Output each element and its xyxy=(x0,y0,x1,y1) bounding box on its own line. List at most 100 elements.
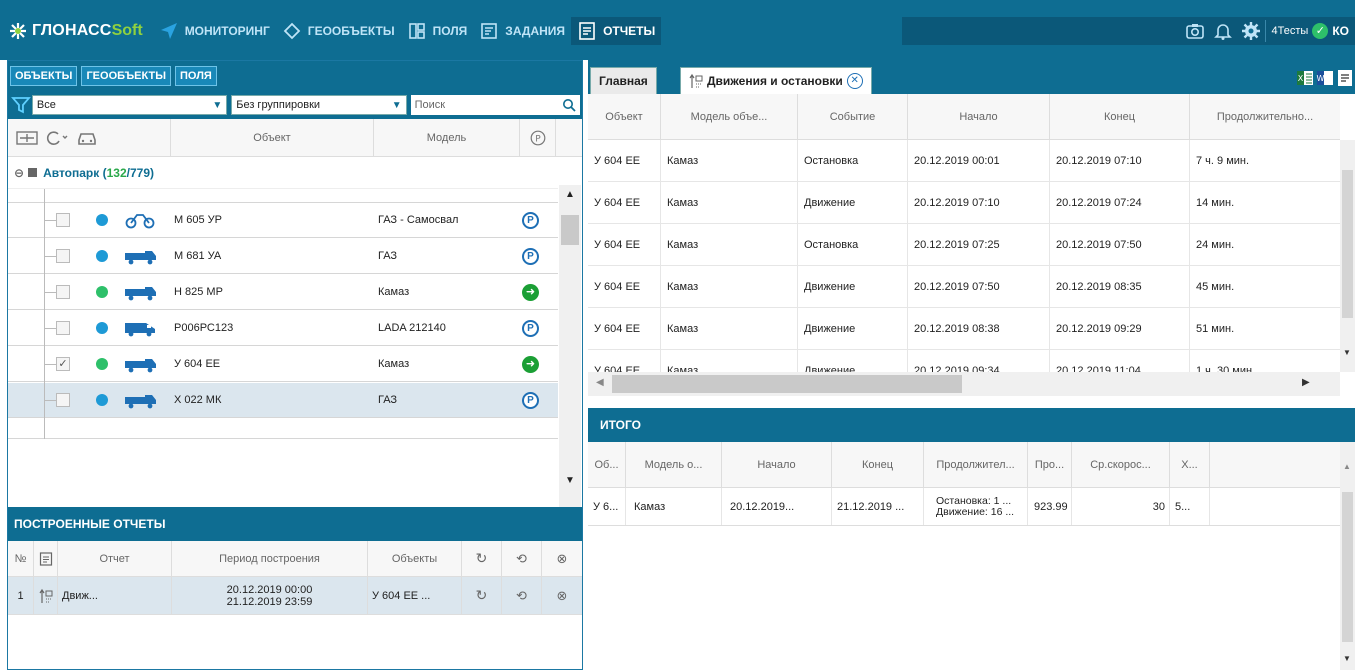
search-placeholder: Поиск xyxy=(414,99,446,111)
tab-fields[interactable]: ПОЛЯ xyxy=(175,66,217,86)
totals-column-distance[interactable]: Про... xyxy=(1028,442,1072,487)
nav-reports[interactable]: ОТЧЕТЫ xyxy=(571,17,662,45)
scrollbar-thumb[interactable] xyxy=(1342,492,1353,642)
object-row[interactable]: М 681 УА ГАЗ P xyxy=(8,239,558,275)
column-start[interactable]: Начало xyxy=(908,94,1050,139)
scrollbar-thumb[interactable] xyxy=(561,215,579,245)
column-report-type[interactable] xyxy=(34,541,58,576)
column-duration[interactable]: Продолжительно... xyxy=(1190,94,1340,139)
object-checkbox[interactable] xyxy=(56,393,70,407)
scroll-down-icon[interactable]: ▼ xyxy=(1343,654,1351,663)
column-close[interactable]: ⊗ xyxy=(542,541,582,576)
filter-funnel-icon[interactable] xyxy=(10,94,32,116)
column-parking[interactable]: P xyxy=(520,119,556,156)
object-row[interactable]: М 605 УР ГАЗ - Самосвал P xyxy=(8,203,558,239)
expand-tree-icon[interactable] xyxy=(16,129,38,147)
group-checkbox[interactable] xyxy=(28,168,38,177)
export-word-icon[interactable]: W xyxy=(1316,69,1334,87)
object-checkbox[interactable] xyxy=(56,321,70,335)
logo[interactable]: ГЛОНАСС Soft xyxy=(0,21,153,41)
object-row[interactable]: Р006РС123 LADA 212140 P xyxy=(8,311,558,347)
object-checkbox[interactable]: ✓ xyxy=(56,357,70,371)
totals-row[interactable]: У 6... Камаз 20.12.2019... 21.12.2019 ..… xyxy=(588,488,1340,526)
tab-geoobjects[interactable]: ГЕООБЪЕКТЫ xyxy=(81,66,171,86)
bell-icon[interactable] xyxy=(1213,21,1233,41)
report-row[interactable]: У 604 ЕЕ Камаз Движение 20.12.2019 07:50 20.… xyxy=(588,266,1340,308)
nav-tasks[interactable]: ЗАДАНИЯ xyxy=(473,17,571,45)
search-icon[interactable] xyxy=(562,98,576,112)
motorcycle-icon xyxy=(124,211,158,229)
collapse-icon[interactable]: ⊖ xyxy=(14,166,24,180)
cell-object: У 604 ЕЕ xyxy=(588,140,661,181)
totals-vscrollbar[interactable]: ▲ ▼ xyxy=(1340,442,1355,670)
object-checkbox[interactable] xyxy=(56,285,70,299)
tab-main[interactable]: Главная xyxy=(590,67,657,94)
report-row[interactable]: У 604 ЕЕ Камаз Движение 20.12.2019 08:38 20.… xyxy=(588,308,1340,350)
scrollbar-thumb[interactable] xyxy=(1342,170,1353,318)
check-icon: ✓ xyxy=(1312,23,1329,39)
built-report-row[interactable]: 1 Движ... 20.12.2019 00:00 21.12.2019 23… xyxy=(8,577,582,615)
column-history[interactable]: ⟲ xyxy=(502,541,542,576)
nav-fields[interactable]: ПОЛЯ xyxy=(401,17,474,45)
tab-objects[interactable]: ОБЪЕКТЫ xyxy=(10,66,78,86)
grouping-select[interactable]: Без группировки ▼ xyxy=(231,95,407,115)
report-row[interactable]: У 604 ЕЕ Камаз Движение 20.12.2019 07:10 20.… xyxy=(588,182,1340,224)
scroll-up-icon[interactable]: ▲ xyxy=(1343,462,1351,471)
object-row[interactable]: ✓ У 604 ЕЕ Камаз ➜ xyxy=(8,347,558,383)
gear-icon[interactable] xyxy=(1241,21,1261,41)
refresh-dropdown-icon[interactable] xyxy=(44,129,70,147)
column-object[interactable]: Объект xyxy=(588,94,661,139)
totals-column-end[interactable]: Конец xyxy=(832,442,924,487)
report-row[interactable]: У 604 ЕЕ Камаз Остановка 20.12.2019 00:01 20… xyxy=(588,140,1340,182)
report-row[interactable]: У 604 ЕЕ Камаз Остановка 20.12.2019 07:25 20… xyxy=(588,224,1340,266)
filter-select[interactable]: Все ▼ xyxy=(31,95,228,115)
scroll-down-icon[interactable]: ▼ xyxy=(1343,348,1351,357)
column-objects[interactable]: Объекты xyxy=(368,541,462,576)
close-tab-icon[interactable]: ✕ xyxy=(846,73,863,89)
totals-column-object[interactable]: Об... xyxy=(588,442,626,487)
scroll-up-icon[interactable]: ▲ xyxy=(565,189,575,200)
column-rebuild[interactable]: ↻ xyxy=(462,541,502,576)
delete-report-button[interactable]: ⊗ xyxy=(542,577,582,614)
nav-monitoring[interactable]: МОНИТОРИНГ xyxy=(153,17,276,45)
column-report[interactable]: Отчет xyxy=(58,541,172,576)
tab-movements-stops[interactable]: Движения и остановки ✕ xyxy=(680,67,872,94)
group-row[interactable]: ⊖ Автопарк (132/779) xyxy=(8,157,558,189)
column-period[interactable]: Период построения xyxy=(172,541,368,576)
totals-column-avg-speed[interactable]: Ср.скорос... xyxy=(1072,442,1170,487)
totals-column-start[interactable]: Начало xyxy=(722,442,832,487)
column-event[interactable]: Событие xyxy=(798,94,908,139)
scroll-down-icon[interactable]: ▼ xyxy=(565,475,575,486)
objects-scrollbar[interactable]: ▲ ▼ xyxy=(559,185,581,507)
parking-icon: P xyxy=(522,392,539,409)
report-vscrollbar[interactable]: ▲ ▼ xyxy=(1340,140,1355,372)
hscrollbar-thumb[interactable] xyxy=(612,375,962,393)
scroll-right-icon[interactable]: ▶ xyxy=(1302,377,1310,388)
column-object[interactable]: Объект xyxy=(171,119,374,156)
totals-column-x[interactable]: Х... xyxy=(1170,442,1210,487)
connection-status-dot xyxy=(96,214,108,226)
export-pdf-icon[interactable] xyxy=(1336,69,1354,87)
filter-select-value: Все xyxy=(36,99,56,111)
user-menu[interactable]: 4Тесты ✓ КО xyxy=(1264,20,1355,42)
nav-geoobjects[interactable]: ГЕООБЪЕКТЫ xyxy=(276,17,401,45)
car-icon[interactable] xyxy=(76,129,98,147)
totals-column-model[interactable]: Модель о... xyxy=(626,442,722,487)
column-model[interactable]: Модель объе... xyxy=(661,94,798,139)
export-excel-icon[interactable]: X xyxy=(1296,69,1314,87)
report-row[interactable]: У 604 ЕЕ Камаз Движение 20.12.2019 09:34 20.… xyxy=(588,350,1340,372)
search-input[interactable]: Поиск xyxy=(410,95,580,115)
rebuild-button[interactable]: ↻ xyxy=(462,577,502,614)
object-checkbox[interactable] xyxy=(56,213,70,227)
report-hscrollbar[interactable]: ◀ ▶ xyxy=(588,372,1340,396)
column-end[interactable]: Конец xyxy=(1050,94,1190,139)
column-model[interactable]: Модель xyxy=(374,119,520,156)
camera-icon[interactable] xyxy=(1185,21,1205,41)
object-checkbox[interactable] xyxy=(56,249,70,263)
totals-column-duration[interactable]: Продолжител... xyxy=(924,442,1028,487)
object-row[interactable]: Х 022 МК ГАЗ P xyxy=(8,383,558,419)
scroll-left-icon[interactable]: ◀ xyxy=(596,377,604,388)
object-row[interactable]: Н 825 МР Камаз ➜ xyxy=(8,275,558,311)
history-button[interactable]: ⟲ xyxy=(502,577,542,614)
column-number[interactable]: № xyxy=(8,541,34,576)
